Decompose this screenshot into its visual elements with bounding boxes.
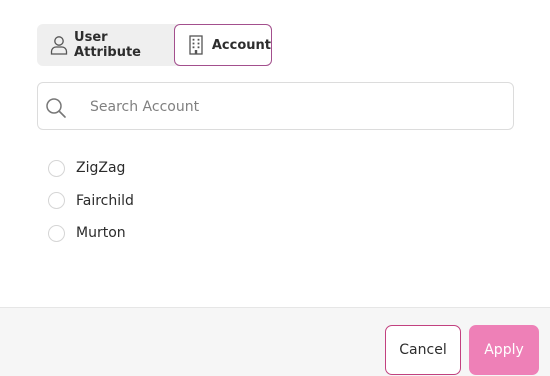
radio-button[interactable]	[48, 159, 65, 177]
apply-button[interactable]: Apply	[469, 325, 539, 375]
list-item[interactable]: Fairchild	[48, 185, 134, 218]
search-icon	[45, 97, 67, 119]
footer-bar: Cancel Apply	[0, 307, 550, 376]
tab-account[interactable]: Account	[174, 24, 272, 66]
account-list: ZigZag Fairchild Murton	[48, 152, 134, 250]
list-item[interactable]: ZigZag	[48, 152, 134, 185]
radio-button[interactable]	[48, 224, 65, 242]
user-icon	[49, 35, 68, 55]
list-item-label: Fairchild	[76, 192, 134, 209]
radio-button[interactable]	[48, 192, 65, 210]
search-box	[37, 82, 514, 130]
cancel-button[interactable]: Cancel	[385, 325, 461, 375]
list-item-label: Murton	[76, 225, 126, 242]
tab-user-attribute[interactable]: User Attribute	[37, 24, 174, 66]
tab-account-label: Account	[211, 37, 271, 53]
building-icon	[187, 35, 206, 55]
account-filter-panel: User Attribute Account Search Account Zi…	[0, 0, 550, 376]
tab-user-attribute-label: User Attribute	[74, 30, 141, 60]
list-item[interactable]: Murton	[48, 217, 134, 250]
search-input[interactable]	[88, 91, 502, 123]
list-item-label: ZigZag	[76, 160, 126, 177]
filter-type-toggle: User Attribute Account	[37, 24, 272, 66]
